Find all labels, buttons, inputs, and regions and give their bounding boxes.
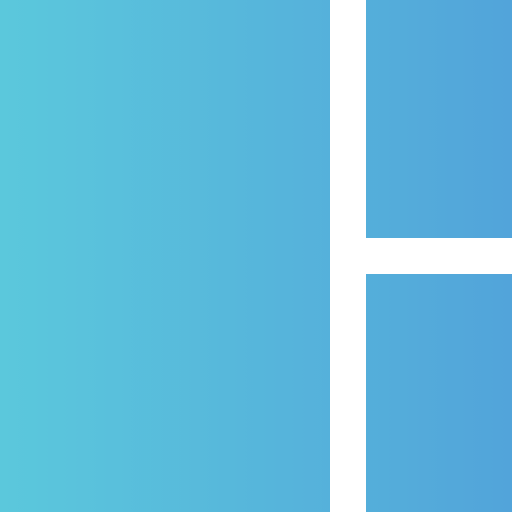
large-panel xyxy=(0,0,330,512)
top-right-panel xyxy=(366,0,512,238)
layout-grid-icon xyxy=(0,0,512,512)
bottom-right-panel xyxy=(366,274,512,512)
